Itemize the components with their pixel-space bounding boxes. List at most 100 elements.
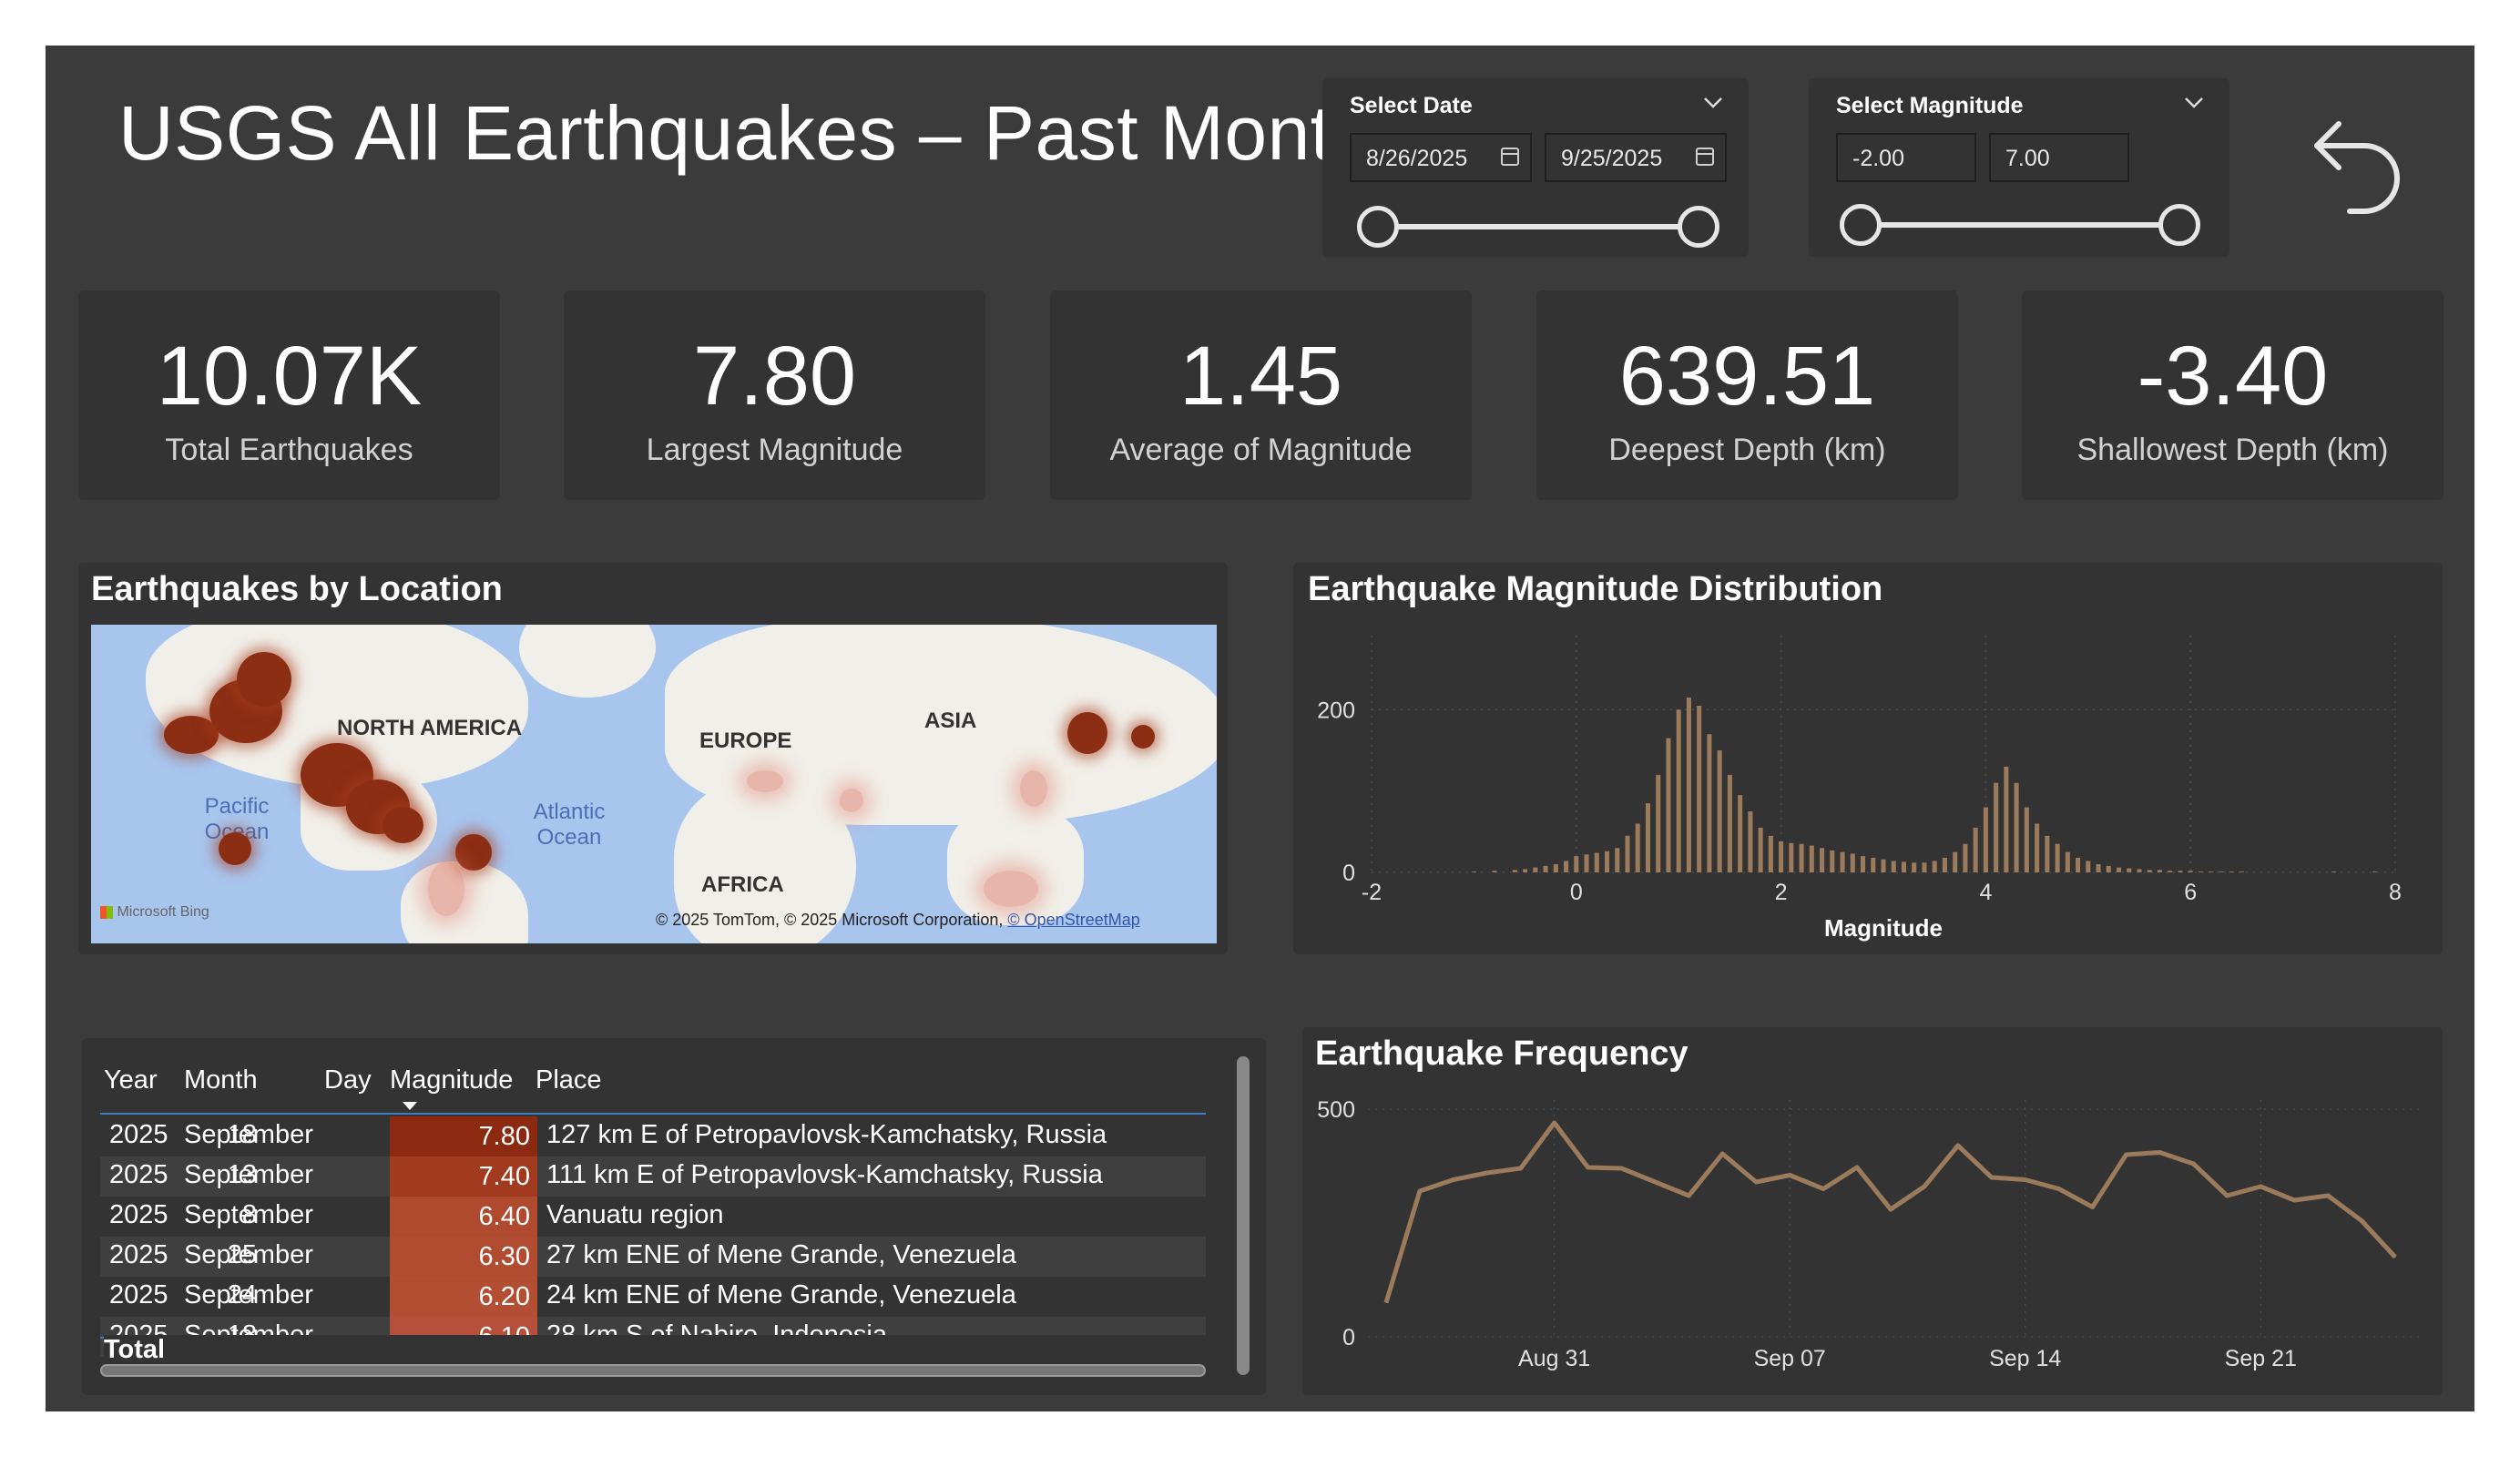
- calendar-icon[interactable]: [1696, 148, 1714, 166]
- start-date-input[interactable]: 8/26/2025: [1350, 133, 1532, 182]
- kpi-label: Total Earthquakes: [165, 433, 413, 467]
- column-header-month[interactable]: Month: [184, 1065, 258, 1095]
- quake-cluster-hawaii[interactable]: [219, 832, 251, 865]
- year-cell: 2025: [109, 1280, 168, 1309]
- histogram-bar: [1881, 859, 1886, 872]
- frequency-point: [1520, 1167, 1522, 1169]
- day-cell: 8: [241, 1200, 257, 1229]
- kpi-value: 1.45: [1178, 330, 1343, 423]
- date-slider-start-handle[interactable]: [1357, 206, 1399, 248]
- table-row[interactable]: 2025 September 18 127 km E of Petropavlovsk…: [100, 1116, 1206, 1156]
- year-cell: 2025: [109, 1160, 168, 1189]
- histogram-bar: [1584, 854, 1589, 872]
- land-southeast-asia: [947, 807, 1084, 925]
- column-header-year[interactable]: Year: [104, 1065, 158, 1095]
- osm-link[interactable]: © OpenStreetMap: [1007, 911, 1139, 929]
- map-attribution: © 2025 TomTom, © 2025 Microsoft Corporat…: [656, 911, 1140, 930]
- magnitude-min-input[interactable]: -2.00: [1836, 133, 1976, 182]
- histogram-bar: [1564, 861, 1569, 872]
- column-header-day[interactable]: Day: [324, 1065, 372, 1095]
- frequency-point: [1621, 1167, 1623, 1169]
- quake-cluster-kamchatka[interactable]: [1067, 712, 1107, 754]
- start-date-value: 8/26/2025: [1366, 146, 1468, 171]
- histogram-bar: [1543, 865, 1548, 872]
- histogram-bar: [1523, 869, 1528, 872]
- table-row[interactable]: 2025 September 25 27 km ENE of Mene Grande,…: [100, 1237, 1206, 1277]
- day-cell: 25: [227, 1240, 257, 1269]
- day-cell: 18: [227, 1120, 257, 1149]
- column-header-magnitude[interactable]: Magnitude: [390, 1065, 513, 1095]
- table-row[interactable]: 2025 September 13 111 km E of Petropavlovsk…: [100, 1156, 1206, 1197]
- quake-activity-central-america: [428, 861, 464, 916]
- date-slicer[interactable]: Select Date 8/26/2025 9/25/2025: [1322, 78, 1749, 257]
- y-tick-label: 0: [1342, 1325, 1355, 1350]
- frequency-point: [2158, 1152, 2160, 1153]
- end-date-input[interactable]: 9/25/2025: [1545, 133, 1727, 182]
- kpi-total-earthquakes: 10.07K Total Earthquakes: [78, 290, 500, 500]
- quake-cluster-kamchatka[interactable]: [1131, 725, 1155, 749]
- frequency-point: [1453, 1179, 1454, 1180]
- x-axis-title: Magnitude: [1824, 914, 1943, 942]
- histogram-bar: [1860, 856, 1866, 872]
- calendar-icon[interactable]: [1501, 148, 1519, 166]
- vertical-scrollbar[interactable]: [1237, 1056, 1250, 1375]
- histogram-bar: [2209, 871, 2214, 872]
- bing-logo: Microsoft Bing: [100, 904, 209, 921]
- magnitude-max-input[interactable]: 7.00: [1989, 133, 2129, 182]
- magnitude-slider-track[interactable]: [1854, 222, 2178, 228]
- histogram-bar: [1727, 774, 1732, 872]
- quake-cluster-west-us[interactable]: [383, 807, 423, 843]
- histogram-bar: [1932, 861, 1937, 872]
- histogram-bar: [1953, 851, 1958, 872]
- frequency-point: [2058, 1188, 2060, 1189]
- x-tick-label: Sep 07: [1754, 1346, 1826, 1371]
- histogram-bar: [1666, 738, 1671, 872]
- histogram-bar: [1942, 857, 1947, 872]
- histogram-bar: [1809, 845, 1814, 872]
- land-greenland: [519, 625, 656, 698]
- frequency-point: [1822, 1188, 1824, 1189]
- sort-descending-icon[interactable]: [403, 1102, 417, 1111]
- quake-cluster-alaska[interactable]: [164, 716, 219, 754]
- frequency-point: [1486, 1172, 1488, 1174]
- date-slider-track[interactable]: [1368, 224, 1696, 229]
- histogram-bar: [1983, 807, 1988, 872]
- x-tick-label: Aug 31: [1518, 1346, 1590, 1371]
- quake-activity-mediterranean: [747, 770, 783, 792]
- histogram-bar: [2147, 870, 2152, 872]
- earthquake-map[interactable]: NORTH AMERICA EUROPE ASIA AFRICA Pacific…: [91, 625, 1217, 943]
- table-row[interactable]: 2025 September 8 Vanuatu region 6.40: [100, 1197, 1206, 1237]
- histogram-bar: [1533, 867, 1538, 872]
- quake-cluster-caribbean[interactable]: [455, 834, 492, 871]
- frequency-point: [2192, 1163, 2194, 1165]
- histogram-bar: [1779, 841, 1784, 872]
- frequency-point: [1991, 1177, 1993, 1178]
- table-row[interactable]: 2025 September 24 24 km ENE of Mene Grande,…: [100, 1277, 1206, 1317]
- histogram-bar: [2198, 871, 2203, 872]
- column-header-place[interactable]: Place: [536, 1065, 602, 1095]
- magnitude-slicer[interactable]: Select Magnitude -2.00 7.00: [1809, 78, 2229, 257]
- histogram-bar: [1922, 862, 1927, 872]
- chevron-down-icon[interactable]: [1703, 97, 1723, 109]
- chevron-down-icon[interactable]: [2184, 97, 2204, 109]
- magnitude-slider-min-handle[interactable]: [1840, 204, 1882, 246]
- horizontal-scrollbar[interactable]: [100, 1364, 1206, 1377]
- frequency-point: [1789, 1175, 1791, 1176]
- back-arrow-icon[interactable]: [2308, 115, 2408, 224]
- histogram-bar: [1799, 843, 1804, 872]
- quake-cluster-alaska[interactable]: [237, 652, 291, 707]
- page-title: USGS All Earthquakes – Past Month: [118, 90, 1375, 176]
- histogram-bar: [2168, 871, 2173, 872]
- histogram-bar: [2219, 871, 2224, 872]
- magnitude-slider-max-handle[interactable]: [2158, 204, 2200, 246]
- earthquake-table[interactable]: Year Month Day Magnitude Place 2025 Septe…: [82, 1038, 1266, 1395]
- histogram-bar: [1656, 774, 1661, 872]
- histogram-bar: [1615, 848, 1620, 872]
- histogram-bar: [2065, 851, 2070, 872]
- date-slider-end-handle[interactable]: [1678, 206, 1719, 248]
- histogram-bar: [1707, 734, 1712, 872]
- frequency-line-chart[interactable]: 0 500 Aug 31 Sep 07 Sep 14 Sep 21: [1302, 1027, 2443, 1395]
- frequency-point: [1419, 1190, 1421, 1192]
- quake-activity-himalaya: [840, 789, 863, 812]
- magnitude-histogram[interactable]: -2 0 2 4 6 8 0 200 Magnitude: [1293, 563, 2443, 954]
